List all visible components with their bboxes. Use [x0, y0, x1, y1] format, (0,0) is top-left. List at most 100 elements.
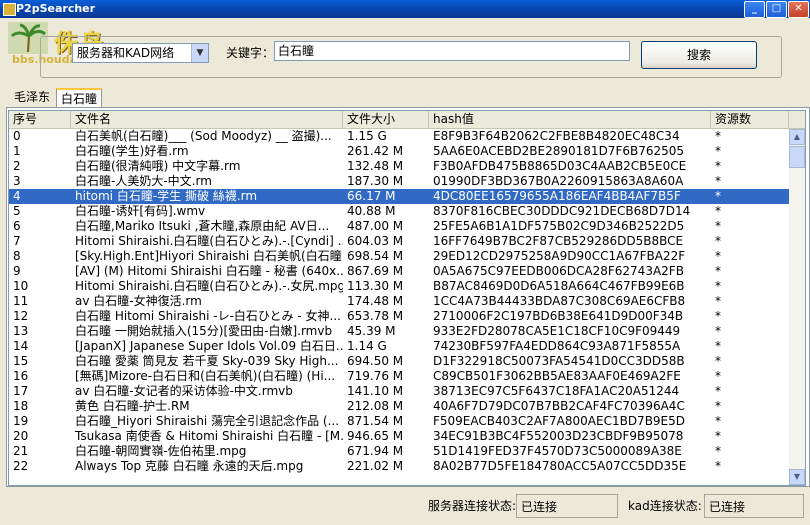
row-filename: 白石瞳 一開始就插入(15分)[愛田由-白嫩].rmvb [75, 324, 333, 338]
server-status-value: 已连接 [516, 494, 618, 518]
scroll-thumb[interactable] [789, 146, 805, 168]
row-filename: 白石美帆(白石瞳)___ (Sod Moodyz) __ 盗撮)... [75, 129, 332, 143]
table-row[interactable]: 18 黄色 白石瞳-护士.RM 212.08 M 40A6F7D79DC07B7BB2… [9, 399, 789, 414]
row-filename: [無碼]Mizore-白石日和(白石美帆)(白石瞳) (Hi... [75, 369, 336, 383]
maximize-button[interactable]: □ [766, 1, 787, 18]
kad-status-value: 已连接 [704, 494, 804, 518]
table-row[interactable]: 8 [Sky.High.Ent]Hiyori Shiraishi 白石美帆(白石瞳… [9, 249, 789, 264]
table-row[interactable]: 14 [JapanX] Japanese Super Idols Vol.09 白… [9, 339, 789, 354]
row-filesize: 671.94 M [347, 444, 404, 458]
kad-status-label: kad连接状态: [628, 499, 702, 513]
column-header-filesize[interactable]: 文件大小 [343, 111, 429, 128]
row-hash: 38713EC97C5F6437C18FA1AC20A51244 [433, 384, 680, 398]
row-hash: C89CB501F3062BB5AE83AAF0E469A2FE [433, 369, 681, 383]
row-sources: * [715, 189, 721, 203]
row-filesize: 946.65 M [347, 429, 404, 443]
row-filename: hitomi 白石瞳-学生 撕破 絲襪.rm [75, 189, 258, 203]
row-filesize: 132.48 M [347, 159, 404, 173]
table-row[interactable]: 1 白石瞳(学生)好看.rm 261.42 M 5AA6E0ACEBD2BE28901… [9, 144, 789, 159]
row-index: 5 [13, 204, 21, 218]
row-filename: 白石瞳,Mariko Itsuki ,蒼木瞳,森原由紀 AV日... [75, 219, 330, 233]
row-index: 4 [13, 189, 21, 203]
table-row[interactable]: 10 Hitomi Shiraishi.白石瞳(白石ひとみ).-.女尻.mpg 11… [9, 279, 789, 294]
network-select-value: 服务器和KAD网络 [77, 46, 175, 60]
keyword-input[interactable] [274, 41, 630, 61]
tab-mao-zedong[interactable]: 毛泽东 [10, 88, 54, 106]
table-row[interactable]: 15 白石瞳 愛薬 筒見友 若千夏 Sky-039 Sky High... 694.… [9, 354, 789, 369]
table-row[interactable]: 4 hitomi 白石瞳-学生 撕破 絲襪.rm 66.17 M 4DC80EE165… [9, 189, 789, 204]
row-sources: * [715, 384, 721, 398]
row-index: 6 [13, 219, 21, 233]
vertical-scrollbar[interactable]: ▲ ▼ [789, 129, 805, 485]
row-sources: * [715, 444, 721, 458]
search-button[interactable]: 搜索 [641, 41, 757, 69]
row-hash: 74230BF597FA4EDD864C93A871F5855A [433, 339, 681, 353]
row-filesize: 45.39 M [347, 324, 396, 338]
column-header-filename[interactable]: 文件名 [71, 111, 343, 128]
row-sources: * [715, 264, 721, 278]
row-sources: * [715, 339, 721, 353]
column-header-sources[interactable]: 资源数 [711, 111, 789, 128]
scroll-up-button[interactable]: ▲ [789, 129, 805, 145]
table-row[interactable]: 17 av 白石瞳-女记者的采访体验-中文.rmvb 141.10 M 38713EC… [9, 384, 789, 399]
row-sources: * [715, 399, 721, 413]
close-button[interactable]: ✕ [788, 1, 809, 18]
column-header-hash[interactable]: hash值 [429, 111, 711, 128]
row-filesize: 653.78 M [347, 309, 404, 323]
row-filename: 白石瞳-人美奶大-中文.rm [75, 174, 212, 188]
chevron-down-icon[interactable]: ▼ [191, 44, 208, 62]
table-row[interactable]: 5 白石瞳-诱奸[有码].wmv 40.88 M 8370F816CBEC30DDDC… [9, 204, 789, 219]
table-row[interactable]: 6 白石瞳,Mariko Itsuki ,蒼木瞳,森原由紀 AV日... 487.0… [9, 219, 789, 234]
row-index: 16 [13, 369, 29, 383]
table-row[interactable]: 3 白石瞳-人美奶大-中文.rm 187.30 M 01990DF3BD367B0A2… [9, 174, 789, 189]
table-row[interactable]: 19 白石瞳_Hiyori Shiraishi 蕩完全引退記念作品 (... 871… [9, 414, 789, 429]
row-filesize: 261.42 M [347, 144, 404, 158]
title-bar: P2pSearcher _ □ ✕ [0, 0, 810, 18]
row-hash: F509EACB403C2AF7A800AEC1BD7B9E5D [433, 414, 686, 428]
row-index: 19 [13, 414, 29, 428]
row-hash: E8F9B3F64B2062C2FBE8B4820EC48C34 [433, 129, 680, 143]
row-filesize: 871.54 M [347, 414, 404, 428]
table-row[interactable]: 9 [AV] (M) Hitomi Shiraishi 白石瞳 - 秘書 (640… [9, 264, 789, 279]
table-row[interactable]: 7 Hitomi Shiraishi.白石瞳(白石ひとみ).-.[Cyndi] .… [9, 234, 789, 249]
table-row[interactable]: 11 av 白石瞳-女神復活.rm 174.48 M 1CC4A73B44433BDA… [9, 294, 789, 309]
row-hash: 01990DF3BD367B0A2260915863A8A60A [433, 174, 684, 188]
results-list[interactable]: 序号 文件名 文件大小 hash值 资源数 0 白石美帆(白石瞳)___ (Sod… [8, 110, 806, 486]
row-hash: 25FE5A6B1A1DF575B02C9D346B2522D5 [433, 219, 685, 233]
table-row[interactable]: 12 白石瞳 Hitomi Shiraishi -レ-白石ひとみ - 女神... 6… [9, 309, 789, 324]
table-row[interactable]: 16 [無碼]Mizore-白石日和(白石美帆)(白石瞳) (Hi... 719.7… [9, 369, 789, 384]
row-hash: 34EC91B3BC4F552003D23CBDF9B95078 [433, 429, 684, 443]
network-select[interactable]: 服务器和KAD网络 ▼ [72, 43, 209, 63]
table-row[interactable]: 2 白石瞳(很清純哦) 中文字幕.rm 132.48 M F3B0AFDB475B88… [9, 159, 789, 174]
row-index: 21 [13, 444, 29, 458]
list-header: 序号 文件名 文件大小 hash值 资源数 [9, 111, 805, 129]
table-row[interactable]: 13 白石瞳 一開始就插入(15分)[愛田由-白嫩].rmvb 45.39 M 933… [9, 324, 789, 339]
table-row[interactable]: 0 白石美帆(白石瞳)___ (Sod Moodyz) __ 盗撮)... 1.15… [9, 129, 789, 144]
row-sources: * [715, 459, 721, 473]
row-filename: av 白石瞳-女神復活.rm [75, 294, 202, 308]
row-index: 2 [13, 159, 21, 173]
row-filename: Tsukasa 南使香 & Hitomi Shiraishi 白石瞳 - [M.… [75, 429, 343, 443]
row-filesize: 1.15 G [347, 129, 387, 143]
row-filename: 白石瞳(很清純哦) 中文字幕.rm [75, 159, 241, 173]
row-index: 0 [13, 129, 21, 143]
minimize-button[interactable]: _ [744, 1, 765, 18]
row-filesize: 1.14 G [347, 339, 387, 353]
row-sources: * [715, 324, 721, 338]
row-sources: * [715, 159, 721, 173]
keyword-label: 关键字： [226, 46, 275, 60]
table-row[interactable]: 22 Always Top 克藤 白石瞳 永遠的天后.mpg 221.02 M 8A0… [9, 459, 789, 474]
row-filename: Always Top 克藤 白石瞳 永遠的天后.mpg [75, 459, 304, 473]
row-hash: B87AC8469D0D6A518A664C467FB99E6B [433, 279, 685, 293]
column-header-index[interactable]: 序号 [9, 111, 71, 128]
row-hash: F3B0AFDB475B8865D03C4AAB2CB5E0CE [433, 159, 687, 173]
table-row[interactable]: 20 Tsukasa 南使香 & Hitomi Shiraishi 白石瞳 - [… [9, 429, 789, 444]
table-row[interactable]: 21 白石瞳-朝岡實嶺-佐伯祐里.mpg 671.94 M 51D1419FED37F… [9, 444, 789, 459]
row-filename: 白石瞳 Hitomi Shiraishi -レ-白石ひとみ - 女神... [75, 309, 341, 323]
row-sources: * [715, 144, 721, 158]
tab-bai-shi-tong[interactable]: 白石瞳 [56, 88, 103, 108]
row-index: 9 [13, 264, 21, 278]
row-index: 17 [13, 384, 29, 398]
scroll-down-button[interactable]: ▼ [789, 469, 805, 485]
row-sources: * [715, 414, 721, 428]
